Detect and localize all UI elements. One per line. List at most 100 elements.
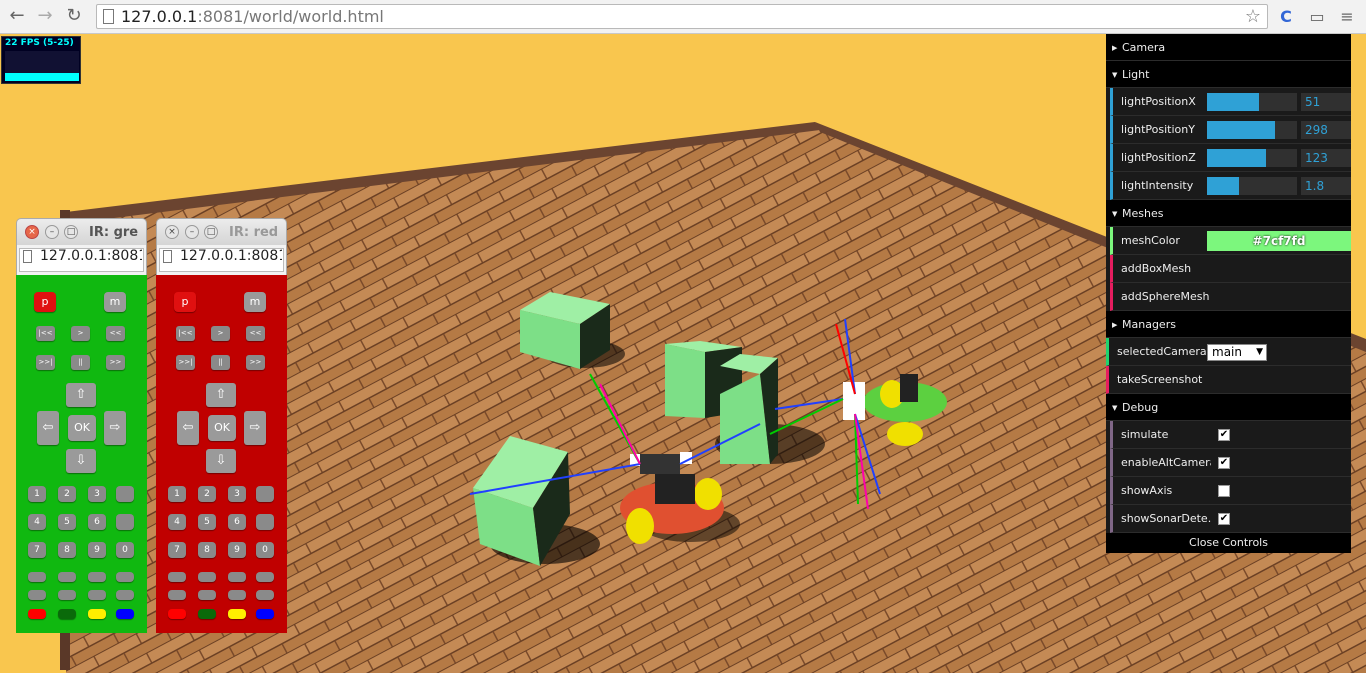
down-arrow-button[interactable]: ⇩ (66, 449, 96, 473)
function-button[interactable] (28, 572, 46, 582)
up-arrow-button[interactable]: ⇧ (206, 383, 236, 407)
fps-stats-panel[interactable]: 22 FPS (5-25) (1, 36, 81, 84)
power-button[interactable]: p (34, 292, 56, 312)
reload-button[interactable]: ↻ (63, 5, 85, 27)
digit-7-button[interactable]: 7 (168, 542, 186, 558)
close-controls-button[interactable]: Close Controls (1106, 533, 1351, 553)
function-button[interactable] (198, 590, 216, 600)
function-button[interactable] (228, 590, 246, 600)
next-track-button[interactable]: >>| (36, 355, 55, 370)
folder-camera[interactable]: ▶ Camera (1106, 34, 1351, 61)
rewind-button[interactable]: << (246, 326, 265, 341)
window-titlebar[interactable]: × – □ IR: gre (16, 218, 147, 245)
up-arrow-button[interactable]: ⇧ (66, 383, 96, 407)
light-position-z-slider[interactable] (1207, 149, 1297, 167)
menu-icon[interactable]: ≡ (1336, 6, 1358, 28)
function-button[interactable] (88, 572, 106, 582)
digit-9-button[interactable]: 9 (88, 542, 106, 558)
function-button[interactable] (198, 572, 216, 582)
close-window-icon[interactable]: × (25, 225, 39, 239)
digit-8-button[interactable]: 8 (58, 542, 76, 558)
ok-button[interactable]: OK (68, 415, 96, 441)
take-screenshot-button[interactable]: takeScreenshot (1106, 366, 1351, 394)
light-position-z-input[interactable]: 123 (1301, 149, 1351, 167)
function-button[interactable] (116, 590, 134, 600)
function-button[interactable] (58, 572, 76, 582)
digit-2-button[interactable]: 2 (58, 486, 76, 502)
play-button[interactable]: > (211, 326, 230, 341)
red-color-button[interactable] (28, 609, 46, 619)
light-position-y-slider[interactable] (1207, 121, 1297, 139)
digit-5-button[interactable]: 5 (198, 514, 216, 530)
blank-button[interactable] (256, 514, 274, 530)
pause-button[interactable]: || (71, 355, 90, 370)
menu-button[interactable]: m (244, 292, 266, 312)
fast-forward-button[interactable]: >> (106, 355, 125, 370)
menu-button[interactable]: m (104, 292, 126, 312)
back-button[interactable]: ← (6, 5, 28, 27)
function-button[interactable] (58, 590, 76, 600)
green-color-button[interactable] (198, 609, 216, 619)
folder-managers[interactable]: ▶ Managers (1106, 311, 1351, 338)
function-button[interactable] (228, 572, 246, 582)
yellow-color-button[interactable] (228, 609, 246, 619)
digit-0-button[interactable]: 0 (116, 542, 134, 558)
left-arrow-button[interactable]: ⇦ (177, 411, 199, 445)
play-button[interactable]: > (71, 326, 90, 341)
power-button[interactable]: p (174, 292, 196, 312)
left-arrow-button[interactable]: ⇦ (37, 411, 59, 445)
ok-button[interactable]: OK (208, 415, 236, 441)
minimize-window-icon[interactable]: – (45, 225, 59, 239)
minimize-window-icon[interactable]: – (185, 225, 199, 239)
maximize-window-icon[interactable]: □ (64, 225, 78, 239)
digit-4-button[interactable]: 4 (168, 514, 186, 530)
function-button[interactable] (168, 590, 186, 600)
function-button[interactable] (88, 590, 106, 600)
light-position-x-input[interactable]: 51 (1301, 93, 1351, 111)
digit-1-button[interactable]: 1 (28, 486, 46, 502)
folder-debug[interactable]: ▼ Debug (1106, 394, 1351, 421)
popup-url-bar[interactable]: 127.0.0.1:8081 (16, 245, 147, 275)
blank-button[interactable] (116, 486, 134, 502)
add-box-mesh-button[interactable]: addBoxMesh (1110, 255, 1351, 283)
light-position-y-input[interactable]: 298 (1301, 121, 1351, 139)
red-color-button[interactable] (168, 609, 186, 619)
digit-3-button[interactable]: 3 (88, 486, 106, 502)
function-button[interactable] (168, 572, 186, 582)
digit-0-button[interactable]: 0 (256, 542, 274, 558)
address-bar[interactable]: 127.0.0.1:8081/world/world.html ☆ (96, 4, 1268, 29)
digit-6-button[interactable]: 6 (88, 514, 106, 530)
digit-5-button[interactable]: 5 (58, 514, 76, 530)
show-axis-checkbox[interactable] (1218, 485, 1230, 497)
window-titlebar[interactable]: × – □ IR: red (156, 218, 287, 245)
function-button[interactable] (256, 590, 274, 600)
light-intensity-input[interactable]: 1.8 (1301, 177, 1351, 195)
digit-3-button[interactable]: 3 (228, 486, 246, 502)
right-arrow-button[interactable]: ⇨ (244, 411, 266, 445)
blue-color-button[interactable] (116, 609, 134, 619)
cast-icon[interactable]: ▭ (1306, 6, 1328, 28)
forward-button[interactable]: → (34, 5, 56, 27)
green-color-button[interactable] (58, 609, 76, 619)
right-arrow-button[interactable]: ⇨ (104, 411, 126, 445)
function-button[interactable] (28, 590, 46, 600)
simulate-checkbox[interactable]: ✔ (1218, 429, 1230, 441)
prev-track-button[interactable]: |<< (176, 326, 195, 341)
bookmark-star-icon[interactable]: ☆ (1245, 6, 1261, 27)
yellow-color-button[interactable] (88, 609, 106, 619)
light-intensity-slider[interactable] (1207, 177, 1297, 195)
digit-1-button[interactable]: 1 (168, 486, 186, 502)
show-sonar-checkbox[interactable]: ✔ (1218, 513, 1230, 525)
mesh-color-picker[interactable]: #7cf7fd (1207, 231, 1351, 251)
digit-8-button[interactable]: 8 (198, 542, 216, 558)
down-arrow-button[interactable]: ⇩ (206, 449, 236, 473)
enable-alt-camera-checkbox[interactable]: ✔ (1218, 457, 1230, 469)
close-window-icon[interactable]: × (165, 225, 179, 239)
digit-6-button[interactable]: 6 (228, 514, 246, 530)
prev-track-button[interactable]: |<< (36, 326, 55, 341)
extension-icon[interactable]: C (1275, 6, 1297, 28)
popup-url-bar[interactable]: 127.0.0.1:8081 (156, 245, 287, 275)
add-sphere-mesh-button[interactable]: addSphereMesh (1110, 283, 1351, 311)
next-track-button[interactable]: >>| (176, 355, 195, 370)
blank-button[interactable] (116, 514, 134, 530)
